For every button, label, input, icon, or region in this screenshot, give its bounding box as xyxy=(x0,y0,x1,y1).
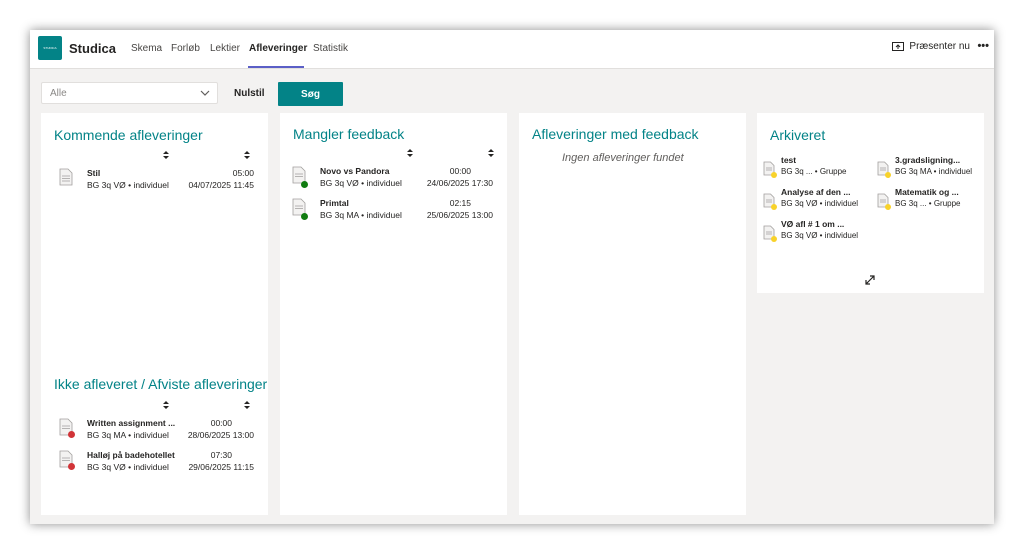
status-dot-yellow xyxy=(885,172,891,178)
sort-updown-icon[interactable] xyxy=(487,148,495,158)
archive-item-title: test xyxy=(781,155,797,165)
expand-arrows-icon[interactable] xyxy=(864,274,876,286)
item-date: 29/06/2025 11:15 xyxy=(188,462,254,472)
reset-button[interactable]: Nulstil xyxy=(234,88,265,99)
archive-item-title: Matematik og ... xyxy=(895,187,959,197)
sort-updown-icon[interactable] xyxy=(162,400,170,410)
chevron-down-icon xyxy=(200,90,210,96)
sort-updown-icon[interactable] xyxy=(243,150,251,160)
status-dot-yellow xyxy=(771,236,777,242)
item-title: Stil xyxy=(87,168,101,178)
present-now-button[interactable]: Præsenter nu xyxy=(892,41,970,52)
tab-lektier[interactable]: Lektier xyxy=(210,43,240,54)
status-dot-red xyxy=(68,463,75,470)
not-submitted-title: Ikke afleveret / Afviste afleveringer xyxy=(54,376,268,392)
active-tab-indicator xyxy=(248,66,304,68)
panel-missing-feedback: Mangler feedback Novo vs Pandora BG 3q V… xyxy=(280,113,507,515)
filter-select-value: Alle xyxy=(50,88,67,99)
archive-item-subtitle: BG 3q ... • Gruppe xyxy=(781,167,847,176)
item-date: 28/06/2025 13:00 xyxy=(187,430,254,440)
logo-text: STUDICA xyxy=(43,46,57,50)
item-title: Halløj på badehotellet xyxy=(87,450,175,460)
studica-logo: STUDICA xyxy=(38,36,62,60)
archive-item[interactable]: Analyse af den ... BG 3q VØ • individuel xyxy=(763,187,873,215)
archive-item[interactable]: VØ afl # 1 om ... BG 3q VØ • individuel xyxy=(763,219,873,247)
list-item[interactable]: Stil BG 3q VØ • individuel 05:00 04/07/2… xyxy=(59,168,254,194)
filter-select[interactable]: Alle xyxy=(41,82,218,104)
tab-forlob[interactable]: Forløb xyxy=(171,43,200,54)
sort-updown-icon[interactable] xyxy=(243,400,251,410)
tab-statistik[interactable]: Statistik xyxy=(313,43,348,54)
item-title: Written assignment ... xyxy=(87,418,176,428)
status-dot-red xyxy=(68,431,75,438)
search-button[interactable]: Søg xyxy=(278,82,343,106)
list-item[interactable]: Primtal BG 3q MA • individuel 02:15 25/0… xyxy=(292,198,493,224)
panel-upcoming: Kommende afleveringer Stil BG 3q VØ • in… xyxy=(41,113,268,515)
list-item[interactable]: Novo vs Pandora BG 3q VØ • individuel 00… xyxy=(292,166,493,192)
archive-item-title: 3.gradsligning... xyxy=(895,155,961,165)
item-date: 25/06/2025 13:00 xyxy=(426,210,493,220)
document-icon xyxy=(59,168,73,186)
status-dot-green xyxy=(301,181,308,188)
archive-item[interactable]: 3.gradsligning... BG 3q MA • individuel xyxy=(877,155,987,183)
item-subtitle: BG 3q VØ • individuel xyxy=(320,178,402,188)
status-dot-yellow xyxy=(771,172,777,178)
list-item[interactable]: Halløj på badehotellet BG 3q VØ • indivi… xyxy=(59,450,254,476)
archive-item[interactable]: Matematik og ... BG 3q ... • Gruppe xyxy=(877,187,987,215)
item-subtitle: BG 3q MA • individuel xyxy=(87,430,169,440)
archive-item-subtitle: BG 3q ... • Gruppe xyxy=(895,199,961,208)
archive-item-subtitle: BG 3q MA • individuel xyxy=(895,167,973,176)
item-subtitle: BG 3q VØ • individuel xyxy=(87,462,169,472)
status-dot-yellow xyxy=(885,204,891,210)
item-title: Novo vs Pandora xyxy=(320,166,390,176)
archive-item-subtitle: BG 3q VØ • individuel xyxy=(781,231,859,240)
item-date: 04/07/2025 11:45 xyxy=(188,180,254,190)
tab-afleveringer[interactable]: Afleveringer xyxy=(249,43,307,54)
upcoming-title: Kommende afleveringer xyxy=(54,127,203,143)
missing-feedback-title: Mangler feedback xyxy=(293,126,405,142)
panel-with-feedback: Afleveringer med feedback Ingen afleveri… xyxy=(519,113,746,515)
app-window: STUDICA Studica Skema Forløb Lektier Afl… xyxy=(30,30,994,524)
list-item[interactable]: Written assignment ... BG 3q MA • indivi… xyxy=(59,418,254,444)
present-now-label: Præsenter nu xyxy=(909,41,970,52)
present-screen-icon xyxy=(892,41,905,51)
more-options-button[interactable]: ••• xyxy=(977,40,989,52)
archive-item[interactable]: test BG 3q ... • Gruppe xyxy=(763,155,873,183)
archive-title: Arkiveret xyxy=(770,127,826,143)
status-dot-yellow xyxy=(771,204,777,210)
item-time: 00:00 xyxy=(449,166,471,176)
item-subtitle: BG 3q VØ • individuel xyxy=(87,180,169,190)
empty-state-text: Ingen afleveringer fundet xyxy=(562,152,684,164)
app-name: Studica xyxy=(69,41,116,56)
item-subtitle: BG 3q MA • individuel xyxy=(320,210,402,220)
item-time: 02:15 xyxy=(449,198,471,208)
item-date: 24/06/2025 17:30 xyxy=(426,178,493,188)
archive-item-subtitle: BG 3q VØ • individuel xyxy=(781,199,859,208)
top-bar: STUDICA Studica Skema Forløb Lektier Afl… xyxy=(30,30,994,69)
status-dot-green xyxy=(301,213,308,220)
item-time: 05:00 xyxy=(232,168,254,178)
panel-archive: Arkiveret test BG 3q ... • Gruppe 3.grad… xyxy=(757,113,984,293)
with-feedback-title: Afleveringer med feedback xyxy=(532,126,699,142)
sort-updown-icon[interactable] xyxy=(162,150,170,160)
item-time: 00:00 xyxy=(210,418,232,428)
item-time: 07:30 xyxy=(210,450,232,460)
sort-updown-icon[interactable] xyxy=(406,148,414,158)
archive-item-title: Analyse af den ... xyxy=(781,187,851,197)
tab-skema[interactable]: Skema xyxy=(131,43,162,54)
archive-item-title: VØ afl # 1 om ... xyxy=(781,219,845,229)
item-title: Primtal xyxy=(320,198,349,208)
